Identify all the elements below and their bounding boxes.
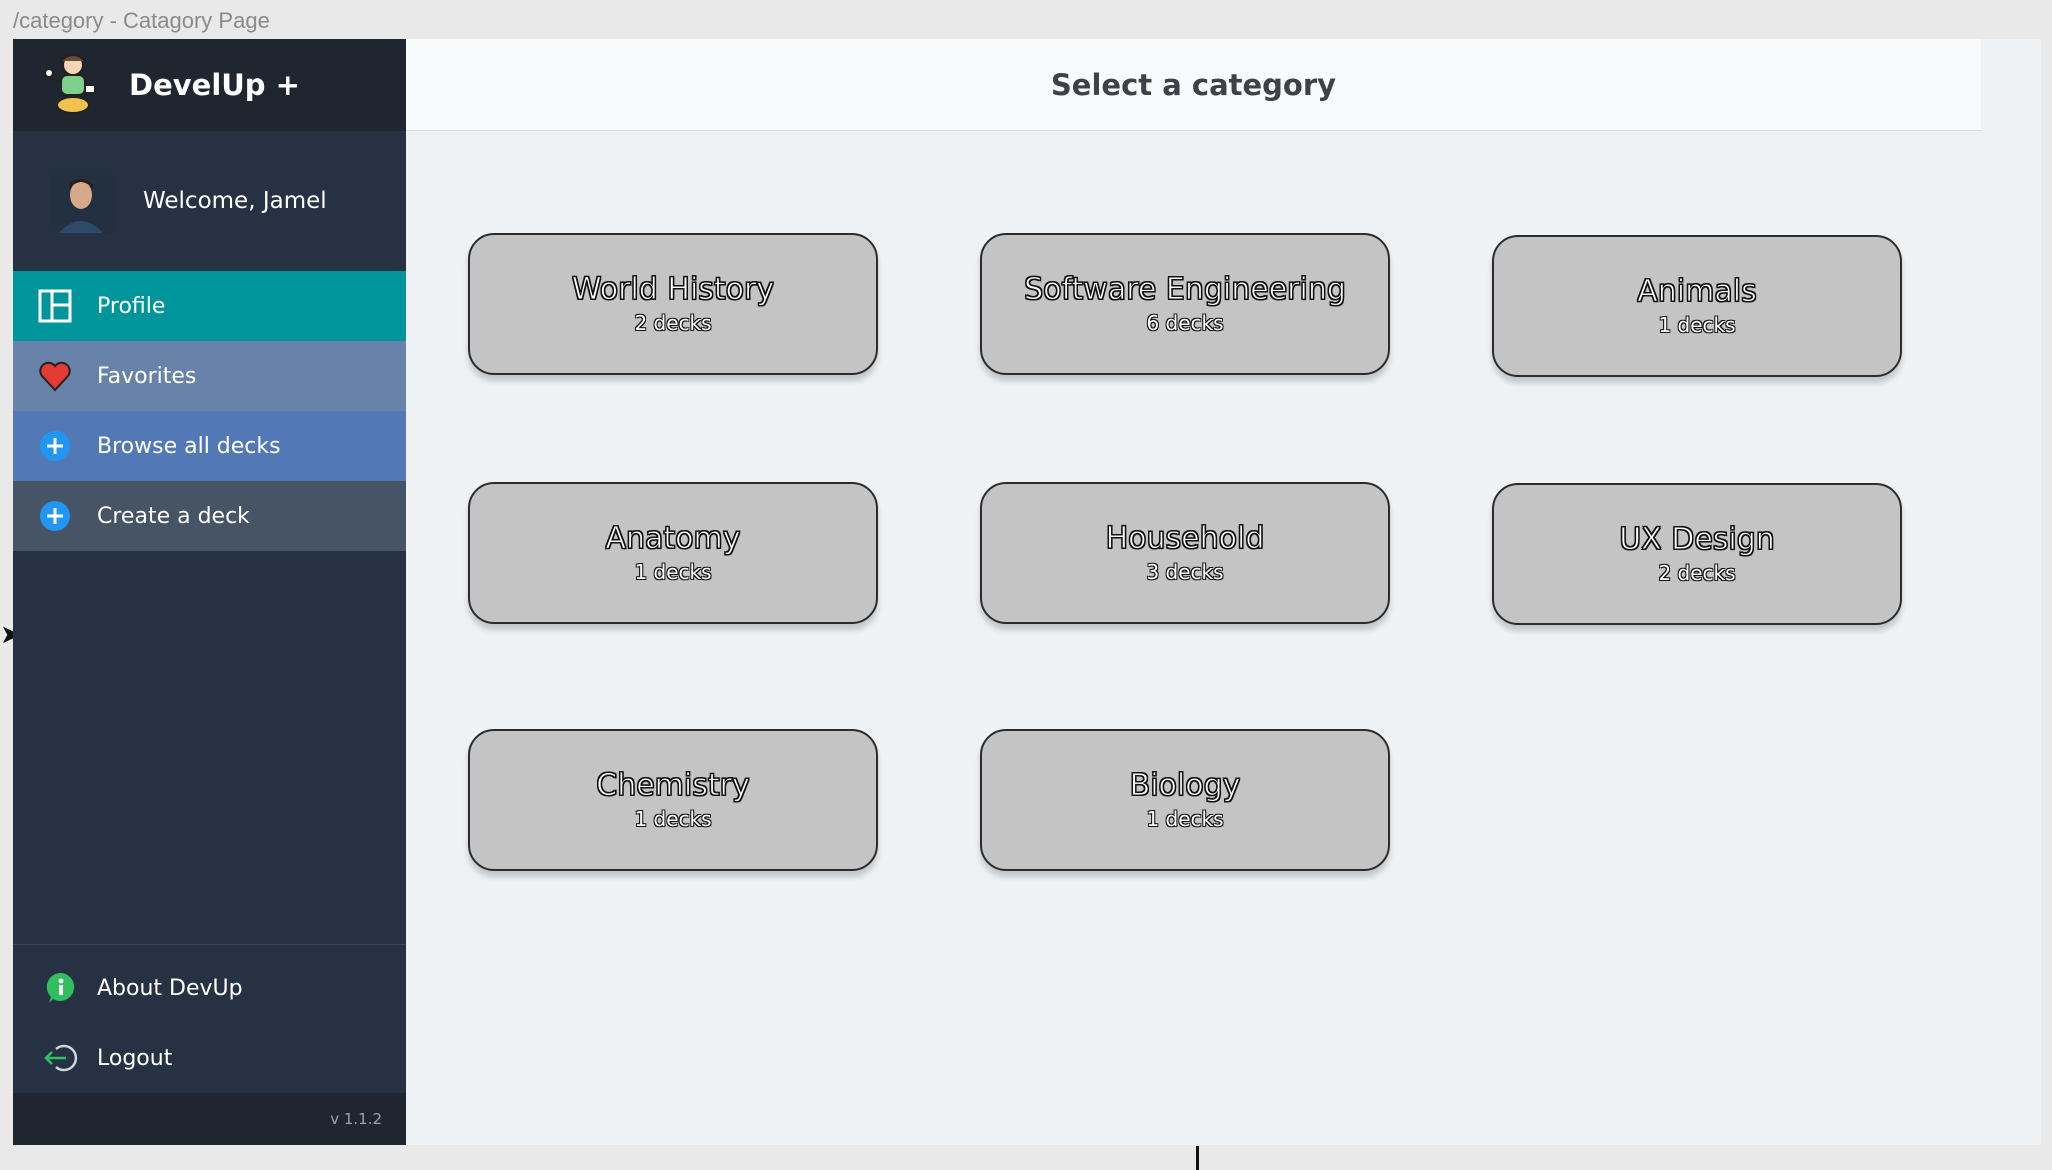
avatar[interactable] [49, 169, 113, 233]
category-card-world-history[interactable]: World History 2 decks [468, 233, 878, 375]
sidebar-bottom-menu: About DevUp Logout [13, 944, 406, 1093]
category-name: Animals [1637, 273, 1757, 309]
category-card-software-engineering[interactable]: Software Engineering 6 decks [980, 233, 1390, 375]
category-deck-count: 2 decks [1658, 561, 1736, 586]
sidebar-item-label: Favorites [97, 363, 197, 389]
frame-label: /category - Catagory Page [13, 8, 270, 33]
category-name: Chemistry [596, 767, 750, 803]
sidebar-item-label: Create a deck [97, 503, 250, 529]
category-card-household[interactable]: Household 3 decks [980, 482, 1390, 624]
category-deck-count: 1 decks [634, 560, 712, 585]
sidebar-item-about[interactable]: About DevUp [13, 953, 406, 1023]
category-grid: World History 2 decks Software Engineeri… [406, 39, 2041, 1145]
category-name: Biology [1129, 767, 1241, 803]
sidebar-item-label: About DevUp [97, 975, 243, 1001]
category-card-animals[interactable]: Animals 1 decks [1492, 235, 1902, 377]
category-card-biology[interactable]: Biology 1 decks [980, 729, 1390, 871]
version-bar: v 1.1.2 [13, 1093, 406, 1145]
sidebar-item-label: Browse all decks [97, 433, 281, 459]
layout-icon [37, 288, 73, 324]
category-deck-count: 6 decks [1146, 311, 1224, 336]
main-content: Select a category World History 2 decks … [406, 39, 2041, 1145]
category-card-ux-design[interactable]: UX Design 2 decks [1492, 483, 1902, 625]
welcome-section: Welcome, Jamel [13, 131, 406, 271]
sidebar-item-profile[interactable]: Profile [13, 271, 406, 341]
sidebar: DevelUp + Welcome, Jamel Profile Favorit… [13, 39, 406, 1145]
user-avatar-icon [49, 169, 113, 233]
category-deck-count: 1 decks [1146, 807, 1224, 832]
category-name: World History [571, 271, 775, 307]
category-card-chemistry[interactable]: Chemistry 1 decks [468, 729, 878, 871]
sidebar-item-browse[interactable]: Browse all decks [13, 411, 406, 481]
heart-icon [37, 358, 73, 394]
brand-title: DevelUp + [129, 68, 300, 102]
category-name: Household [1105, 520, 1265, 556]
category-deck-count: 2 decks [634, 311, 712, 336]
category-deck-count: 3 decks [1146, 560, 1224, 585]
plus-circle-icon [37, 428, 73, 464]
sidebar-item-label: Logout [97, 1045, 173, 1071]
brand-bar[interactable]: DevelUp + [13, 39, 406, 131]
sidebar-item-label: Profile [97, 293, 166, 319]
sidebar-item-logout[interactable]: Logout [13, 1023, 406, 1093]
info-icon [43, 970, 79, 1006]
category-deck-count: 1 decks [1658, 313, 1736, 338]
category-name: UX Design [1619, 521, 1776, 557]
app-window: DevelUp + Welcome, Jamel Profile Favorit… [13, 39, 2041, 1145]
text-cursor-icon [1196, 1146, 1199, 1170]
sidebar-item-favorites[interactable]: Favorites [13, 341, 406, 411]
version-text: v 1.1.2 [330, 1110, 382, 1128]
sidebar-item-create[interactable]: Create a deck [13, 481, 406, 551]
welcome-text: Welcome, Jamel [143, 188, 327, 214]
plus-circle-icon [37, 498, 73, 534]
category-card-anatomy[interactable]: Anatomy 1 decks [468, 482, 878, 624]
mascot-logo-icon [44, 54, 96, 114]
category-name: Software Engineering [1024, 271, 1347, 307]
category-name: Anatomy [605, 520, 741, 556]
logout-icon [43, 1040, 79, 1076]
category-deck-count: 1 decks [634, 807, 712, 832]
